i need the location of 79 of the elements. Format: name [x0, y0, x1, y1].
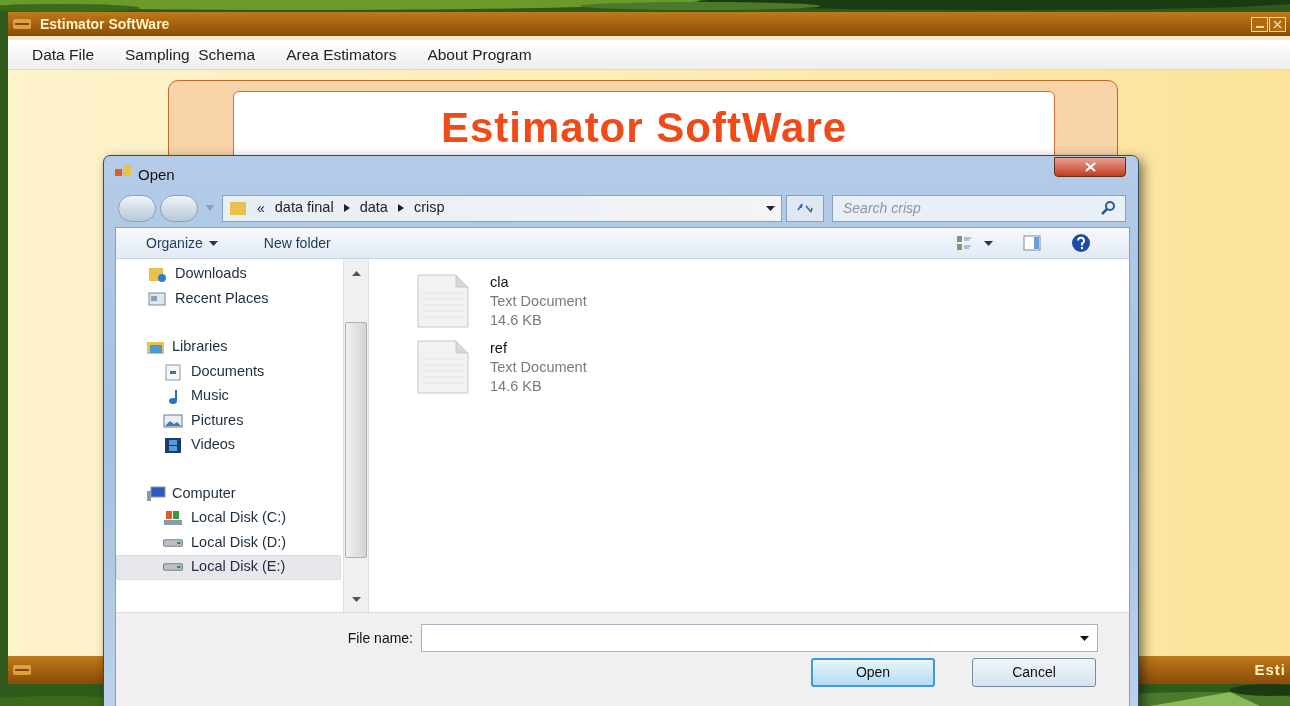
status-text: Esti — [1254, 659, 1286, 680]
scrollbar[interactable] — [343, 259, 369, 612]
close-icon — [1084, 162, 1096, 172]
folder-icon — [147, 265, 167, 284]
scroll-down-icon — [351, 597, 361, 602]
banner-title: Estimator SoftWare — [440, 103, 848, 146]
nav-item[interactable]: Local Disk (C:) — [116, 506, 341, 531]
scrollbar-thumb[interactable] — [345, 322, 367, 558]
forward-button[interactable] — [160, 194, 198, 222]
document-icon — [415, 339, 470, 395]
file-name: ref — [490, 339, 508, 358]
nav-item[interactable]: Local Disk (E:) — [116, 555, 341, 580]
file-type: Text Document — [490, 358, 587, 377]
refresh-button[interactable] — [786, 194, 824, 222]
help-icon — [1071, 233, 1091, 253]
nav-item[interactable]: Local Disk (D:) — [116, 530, 341, 555]
document-icon — [415, 273, 470, 329]
address-bar[interactable]: « data final data crisp — [222, 194, 782, 222]
dialog-button[interactable]: Open — [811, 658, 935, 687]
nav-item[interactable]: Videos — [116, 433, 341, 458]
scroll-up-icon — [351, 271, 361, 276]
caret-icon — [766, 205, 775, 211]
preview-pane-button[interactable] — [1023, 235, 1041, 251]
document-icon — [163, 362, 183, 381]
chevron-icon — [343, 204, 350, 212]
nav-heading[interactable]: Computer — [116, 481, 341, 506]
file-size: 14.6 KB — [490, 311, 543, 330]
help-button[interactable] — [1071, 233, 1091, 253]
search-field[interactable]: Search crisp — [832, 194, 1126, 222]
nav-heading[interactable]: Libraries — [116, 335, 341, 360]
menu-item[interactable]: Data File — [32, 42, 95, 67]
nav-item[interactable]: Pictures — [116, 408, 341, 433]
toolbar-button[interactable]: Organize — [146, 232, 218, 254]
back-button[interactable] — [118, 194, 156, 222]
dialog-title: Open — [138, 165, 175, 185]
caret-icon — [1080, 635, 1089, 641]
caret-icon — [206, 205, 214, 211]
nav-item[interactable]: Music — [116, 384, 341, 409]
drive-icon — [163, 563, 183, 572]
picture-icon — [163, 411, 183, 430]
film-icon — [163, 436, 183, 455]
dialog-icon — [114, 164, 132, 178]
breadcrumb-item[interactable]: data — [359, 197, 388, 219]
file-name-field[interactable] — [421, 624, 1098, 652]
computer-icon — [146, 484, 166, 503]
nav-item[interactable]: Downloads — [116, 262, 341, 287]
file-item[interactable]: ref Text Document 14.6 KB — [415, 339, 1129, 395]
close-button[interactable] — [1054, 157, 1126, 177]
toolbar-button[interactable]: New folder — [263, 232, 331, 254]
breadcrumb-item[interactable]: crisp — [413, 197, 445, 219]
menu-item[interactable]: Area Estimators — [286, 42, 397, 67]
preview-pane-icon — [1023, 235, 1041, 251]
close-icon — [1273, 19, 1282, 29]
breadcrumb-item[interactable]: data final — [274, 197, 334, 219]
window-icon — [147, 289, 167, 308]
menu-item[interactable]: Sampling Schema — [125, 42, 256, 67]
file-name: cla — [490, 273, 510, 292]
drive-icon — [163, 509, 183, 528]
view-menu-button[interactable] — [956, 235, 993, 251]
overflow-chevron[interactable]: « — [257, 197, 265, 219]
file-type: Text Document — [490, 292, 587, 311]
refresh-icon — [796, 202, 814, 214]
nav-item[interactable]: Recent Places — [116, 286, 341, 311]
file-item[interactable]: cla Text Document 14.6 KB — [415, 273, 1129, 329]
file-size: 14.6 KB — [490, 377, 543, 396]
window-title: Estimator SoftWare — [40, 14, 170, 34]
app-icon — [12, 17, 32, 31]
view-icon — [956, 235, 972, 251]
chevron-icon — [397, 204, 404, 212]
file-name-label: File name: — [347, 628, 413, 648]
drive-icon — [163, 538, 183, 547]
music-note-icon — [168, 388, 178, 404]
folder-icon — [229, 200, 247, 216]
dialog-button[interactable]: Cancel — [972, 658, 1096, 687]
minimize-button[interactable] — [1251, 16, 1268, 32]
nav-item[interactable]: Documents — [116, 359, 341, 384]
menu-item[interactable]: About Program — [427, 42, 532, 67]
caret-icon — [984, 240, 993, 246]
app-icon — [12, 663, 32, 677]
